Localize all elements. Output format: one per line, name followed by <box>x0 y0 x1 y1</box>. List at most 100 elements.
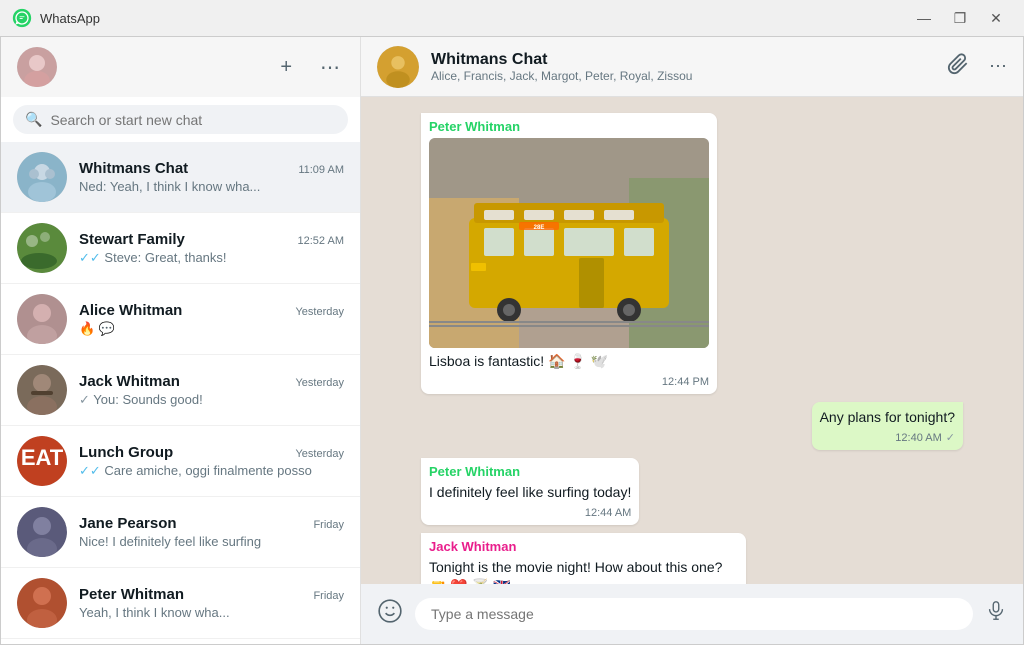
new-chat-button[interactable]: + <box>276 52 296 83</box>
svg-text:EAT: EAT <box>21 445 64 470</box>
chat-info: Lunch Group Yesterday ✓✓ Care amiche, og… <box>79 444 344 479</box>
chat-header-avatar[interactable] <box>377 46 419 88</box>
chat-time: Yesterday <box>295 448 344 460</box>
msg-footer: 12:44 AM <box>429 507 631 519</box>
message-input[interactable] <box>431 606 957 622</box>
chat-name: Lunch Group <box>79 444 173 461</box>
menu-button[interactable]: ⋯ <box>316 51 344 84</box>
input-bar <box>361 584 1023 644</box>
chat-menu-button[interactable]: ⋯ <box>989 56 1007 77</box>
message-input-wrap <box>415 598 973 630</box>
chat-info: Alice Whitman Yesterday 🔥 💬 <box>79 302 344 337</box>
maximize-button[interactable]: ❐ <box>944 4 976 32</box>
chat-header-members: Alice, Francis, Jack, Margot, Peter, Roy… <box>431 69 935 83</box>
chat-name: Stewart Family <box>79 231 185 248</box>
window-controls: — ❐ ✕ <box>908 4 1012 32</box>
msg-sender-name: Peter Whitman <box>429 464 631 479</box>
chat-time: Friday <box>313 519 344 531</box>
msg-text: Lisboa is fantastic! 🏠 🍷 🕊️ <box>429 352 709 372</box>
chat-avatar <box>17 365 67 415</box>
chat-info: Whitmans Chat 11:09 AM Ned: Yeah, I thin… <box>79 160 344 194</box>
chat-header-info[interactable]: Whitmans Chat Alice, Francis, Jack, Marg… <box>431 51 935 83</box>
chat-item-whitmans-chat[interactable]: Whitmans Chat 11:09 AM Ned: Yeah, I thin… <box>1 142 360 213</box>
messages-area: Peter Whitman <box>361 97 1023 584</box>
message-received-peter: Peter Whitman <box>421 113 717 394</box>
read-check-icon: ✓✓ <box>79 250 101 265</box>
chat-item-stewart-family[interactable]: Stewart Family 12:52 AM ✓✓ Steve: Great,… <box>1 213 360 284</box>
chat-avatar: EAT <box>17 436 67 486</box>
msg-footer: 12:40 AM ✓ <box>820 431 955 444</box>
app-title: WhatsApp <box>40 11 100 26</box>
chat-time: Yesterday <box>295 306 344 318</box>
chat-preview: Yeah, I think I know wha... <box>79 605 344 620</box>
close-button[interactable]: ✕ <box>980 4 1012 32</box>
msg-text: Tonight is the movie night! How about th… <box>429 558 738 584</box>
chat-item-peter-whitman[interactable]: Peter Whitman Friday Yeah, I think I kno… <box>1 568 360 639</box>
chat-avatar <box>17 152 67 202</box>
search-input[interactable] <box>50 112 336 128</box>
svg-text:28E: 28E <box>534 225 545 231</box>
chat-time: Friday <box>313 590 344 602</box>
chat-preview: ✓ You: Sounds good! <box>79 392 344 408</box>
chat-name: Peter Whitman <box>79 586 184 603</box>
msg-time: 12:40 AM <box>895 432 941 444</box>
sent-check-icon: ✓ <box>79 392 90 407</box>
whatsapp-logo-icon <box>12 8 32 28</box>
chat-list: Whitmans Chat 11:09 AM Ned: Yeah, I thin… <box>1 142 360 644</box>
chat-preview: ✓✓ Care amiche, oggi finalmente posso <box>79 463 344 479</box>
msg-footer: 12:44 PM <box>429 376 709 388</box>
left-header: + ⋯ <box>1 37 360 97</box>
right-panel: Whitmans Chat Alice, Francis, Jack, Marg… <box>361 37 1023 644</box>
search-icon: 🔍 <box>25 111 42 128</box>
chat-avatar <box>17 507 67 557</box>
read-check-icon: ✓✓ <box>79 463 101 478</box>
chat-item-jack-whitman[interactable]: Jack Whitman Yesterday ✓ You: Sounds goo… <box>1 355 360 426</box>
chat-info: Jane Pearson Friday Nice! I definitely f… <box>79 515 344 549</box>
chat-header: Whitmans Chat Alice, Francis, Jack, Marg… <box>361 37 1023 97</box>
chat-info: Jack Whitman Yesterday ✓ You: Sounds goo… <box>79 373 344 408</box>
msg-time: 12:44 AM <box>585 507 631 519</box>
msg-image: 28E <box>429 138 709 348</box>
left-header-actions: + ⋯ <box>276 51 344 84</box>
msg-sender-name: Peter Whitman <box>429 119 709 134</box>
msg-text: I definitely feel like surfing today! <box>429 483 631 503</box>
mic-button[interactable] <box>985 600 1007 628</box>
chat-avatar <box>17 223 67 273</box>
msg-time: 12:44 PM <box>662 376 709 388</box>
msg-sender-name: Jack Whitman <box>429 539 738 554</box>
message-received-jack: Jack Whitman Tonight is the movie night!… <box>421 533 746 584</box>
chat-preview: Ned: Yeah, I think I know wha... <box>79 179 344 194</box>
chat-time: Yesterday <box>295 377 344 389</box>
search-bar: 🔍 <box>1 97 360 142</box>
chat-time: 11:09 AM <box>298 164 344 176</box>
chat-name: Alice Whitman <box>79 302 182 319</box>
message-received-peter-2: Peter Whitman I definitely feel like sur… <box>421 458 639 525</box>
chat-item-alice-whitman[interactable]: Alice Whitman Yesterday 🔥 💬 <box>1 284 360 355</box>
msg-check-icon: ✓ <box>946 431 955 444</box>
chat-info: Stewart Family 12:52 AM ✓✓ Steve: Great,… <box>79 231 344 266</box>
chat-preview: 🔥 💬 <box>79 321 344 337</box>
chat-avatar <box>17 578 67 628</box>
chat-header-name: Whitmans Chat <box>431 51 935 69</box>
chat-info: Peter Whitman Friday Yeah, I think I kno… <box>79 586 344 620</box>
chat-item-stewart-family-2[interactable]: Stewart Family Friday Steve: Great, than… <box>1 639 360 644</box>
chat-name: Jack Whitman <box>79 373 180 390</box>
search-input-wrap: 🔍 <box>13 105 348 134</box>
title-bar: WhatsApp — ❐ ✕ <box>0 0 1024 36</box>
chat-name: Jane Pearson <box>79 515 177 532</box>
chat-preview: Nice! I definitely feel like surfing <box>79 534 344 549</box>
emoji-button[interactable] <box>377 598 403 630</box>
chat-preview: ✓✓ Steve: Great, thanks! <box>79 250 344 266</box>
minimize-button[interactable]: — <box>908 4 940 32</box>
left-panel: + ⋯ 🔍 <box>1 37 361 644</box>
attach-button[interactable] <box>947 53 969 80</box>
chat-item-lunch-group[interactable]: EAT Lunch Group Yesterday ✓✓ Care amiche… <box>1 426 360 497</box>
message-sent: Any plans for tonight? 12:40 AM ✓ <box>812 402 963 451</box>
user-avatar[interactable] <box>17 47 57 87</box>
chat-avatar <box>17 294 67 344</box>
msg-text: Any plans for tonight? <box>820 408 955 428</box>
chat-name: Whitmans Chat <box>79 160 188 177</box>
chat-item-jane-pearson[interactable]: Jane Pearson Friday Nice! I definitely f… <box>1 497 360 568</box>
chat-time: 12:52 AM <box>298 235 344 247</box>
app-container: + ⋯ 🔍 <box>0 36 1024 645</box>
